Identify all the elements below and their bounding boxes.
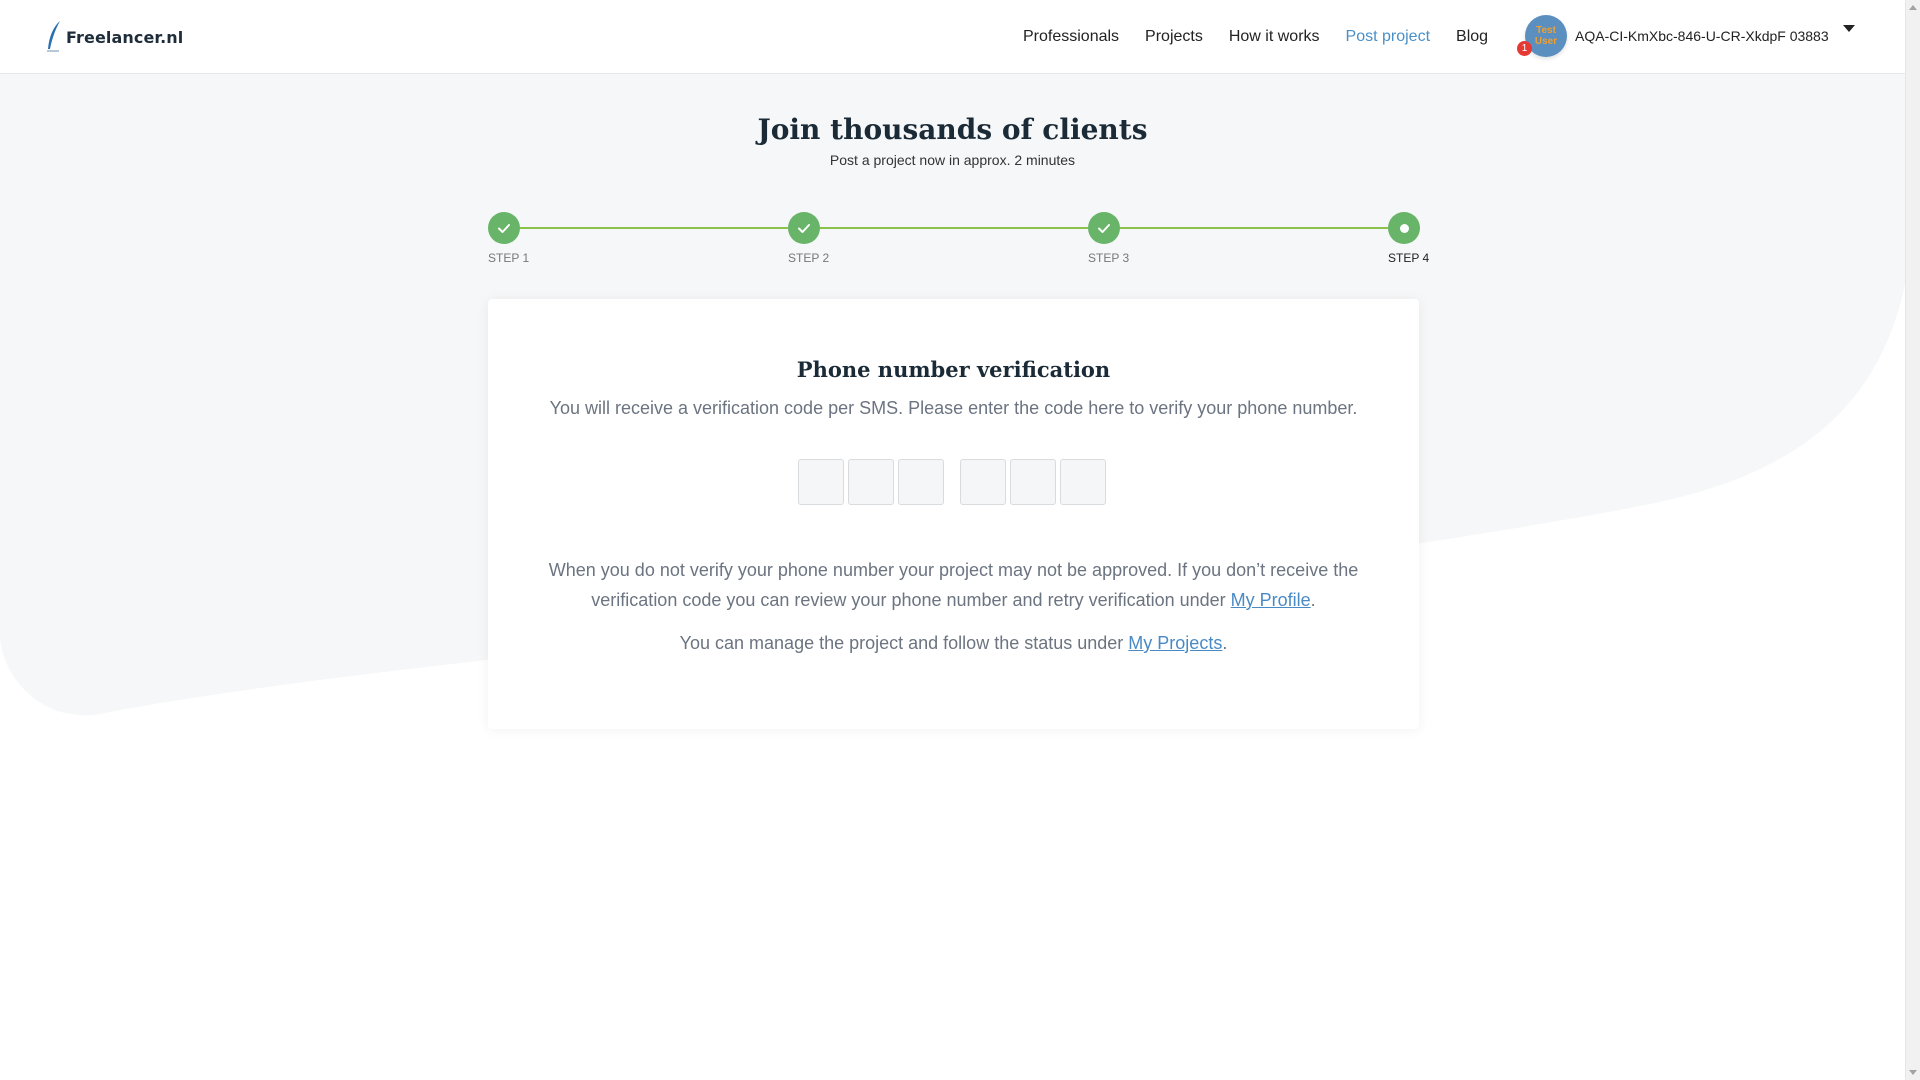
- code-digit-4[interactable]: [959, 459, 1006, 505]
- step-2: STEP 2: [788, 212, 829, 265]
- main-nav: Professionals Projects How it works Post…: [1010, 0, 1514, 74]
- logo[interactable]: Freelancer.nl: [46, 20, 183, 54]
- code-digit-3[interactable]: [897, 459, 944, 505]
- progress-stepper: STEP 1 STEP 2 STEP 3 STEP 4: [488, 212, 1429, 272]
- scroll-down-arrow-icon[interactable]: [1909, 1070, 1917, 1075]
- nav-projects[interactable]: Projects: [1145, 28, 1203, 46]
- step-connector: [1120, 227, 1388, 229]
- nav-professionals[interactable]: Professionals: [1023, 28, 1119, 46]
- hero: Join thousands of clients Post a project…: [0, 110, 1905, 168]
- page-subtitle: Post a project now in approx. 2 minutes: [829, 152, 1076, 168]
- quill-logo-icon: [47, 21, 60, 52]
- scroll-up-arrow-icon[interactable]: [1909, 5, 1917, 10]
- avatar-text: Test User: [1534, 25, 1558, 47]
- verification-info: When you do not verify your phone number…: [534, 555, 1374, 615]
- check-icon: [488, 212, 520, 244]
- check-icon: [1088, 212, 1120, 244]
- user-menu[interactable]: Test User 1 AQA-CI-KmXbc-846-U-CR-XkdpF …: [1517, 15, 1855, 57]
- nav-post-project[interactable]: Post project: [1346, 28, 1430, 46]
- vertical-scrollbar[interactable]: [1905, 0, 1920, 1080]
- current-step-dot-icon: [1388, 212, 1420, 244]
- nav-how-it-works[interactable]: How it works: [1229, 28, 1320, 46]
- username[interactable]: AQA-CI-KmXbc-846-U-CR-XkdpF 03883: [1575, 28, 1829, 44]
- code-input-group: [488, 459, 1419, 505]
- step-label: STEP 2: [788, 251, 830, 265]
- step-label: STEP 1: [488, 251, 530, 265]
- manage-info-end: .: [1222, 633, 1228, 653]
- chevron-down-icon[interactable]: [1842, 24, 1855, 32]
- code-digit-1[interactable]: [797, 459, 844, 505]
- verification-instruction: You will receive a verification code per…: [549, 398, 1358, 418]
- avatar[interactable]: Test User 1: [1517, 15, 1567, 57]
- my-projects-link[interactable]: My Projects: [1128, 633, 1222, 653]
- step-4: STEP 4: [1388, 212, 1429, 265]
- logo-text: Freelancer.nl: [66, 27, 184, 47]
- page: Freelancer.nl Professionals Projects How…: [0, 0, 1905, 1080]
- notification-badge[interactable]: 1: [1517, 41, 1532, 56]
- code-digit-2[interactable]: [847, 459, 894, 505]
- step-3: STEP 3: [1088, 212, 1129, 265]
- manage-info: You can manage the project and follow th…: [488, 633, 1419, 654]
- check-icon: [788, 212, 820, 244]
- verification-info-end: .: [1310, 590, 1316, 610]
- nav-blog[interactable]: Blog: [1456, 28, 1488, 46]
- page-title: Join thousands of clients: [757, 113, 1148, 146]
- top-navbar: Freelancer.nl Professionals Projects How…: [0, 0, 1905, 74]
- step-1: STEP 1: [488, 212, 529, 265]
- manage-info-text: You can manage the project and follow th…: [679, 633, 1124, 653]
- step-connector: [520, 227, 788, 229]
- code-digit-5[interactable]: [1009, 459, 1056, 505]
- code-separator: [948, 459, 960, 505]
- step-label: STEP 4: [1388, 251, 1430, 265]
- step-connector: [820, 227, 1088, 229]
- card-title: Phone number verification: [796, 357, 1111, 382]
- verification-card: Phone number verification You will recei…: [488, 299, 1419, 729]
- step-label: STEP 3: [1088, 251, 1130, 265]
- my-profile-link[interactable]: My Profile: [1231, 590, 1311, 610]
- code-digit-6[interactable]: [1059, 459, 1106, 505]
